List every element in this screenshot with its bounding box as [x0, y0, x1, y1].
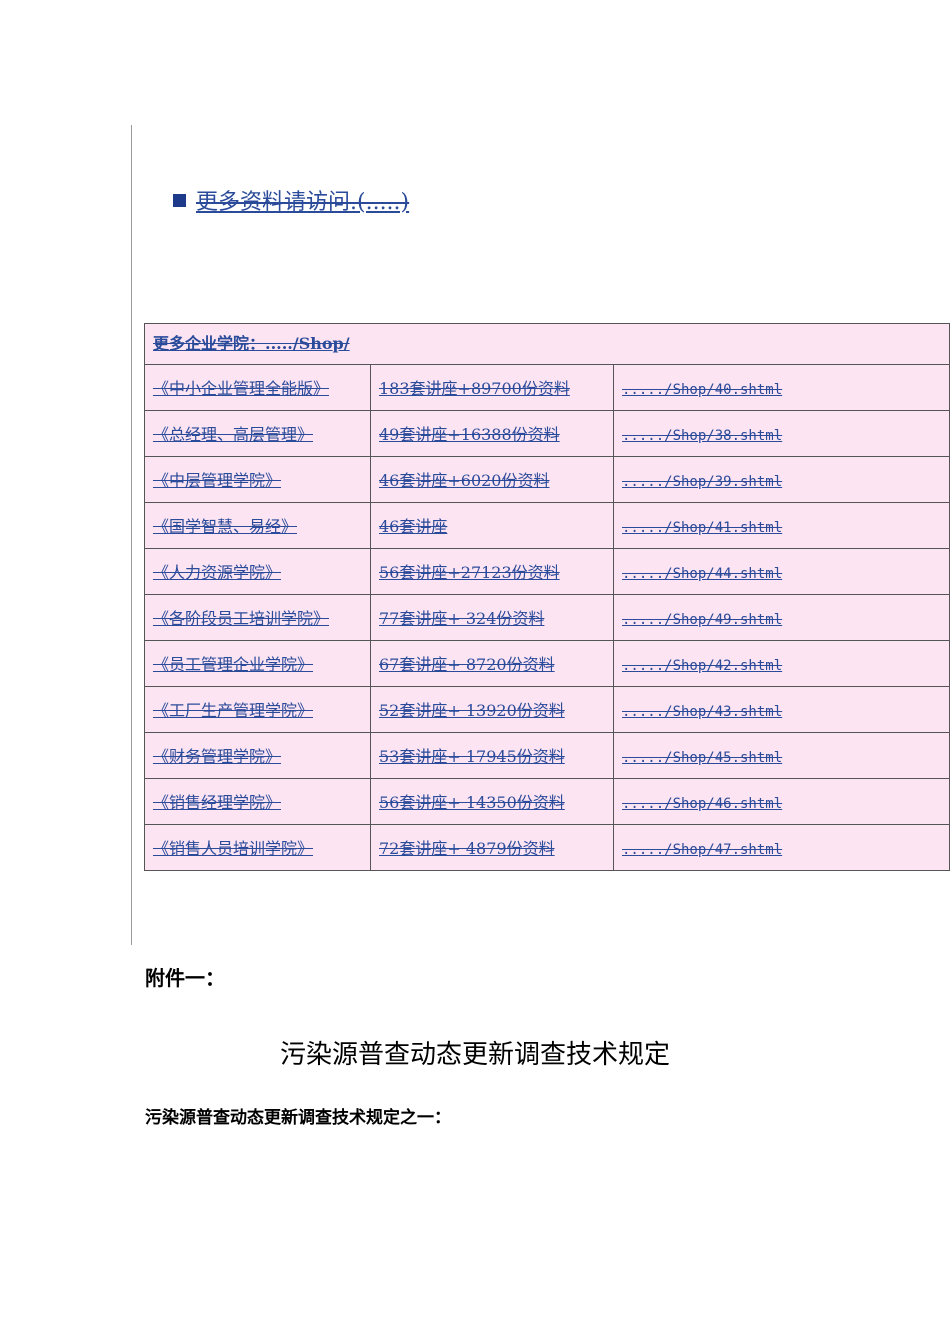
academy-content-link[interactable]: 46套讲座	[379, 517, 447, 536]
table-cell: 《财务管理学院》	[144, 732, 371, 779]
academy-name-link[interactable]: 《总经理、高层管理》	[153, 425, 313, 444]
academy-url-link[interactable]: ...../Shop/39.shtml	[622, 474, 782, 490]
academy-name-link[interactable]: 《中层管理学院》	[153, 471, 281, 490]
academy-name-link[interactable]: 《销售经理学院》	[153, 793, 281, 812]
table-cell: ...../Shop/44.shtml	[613, 548, 950, 595]
table-cell: 《中层管理学院》	[144, 456, 371, 503]
table-cell: 72套讲座+ 4879份资料	[370, 824, 614, 871]
academy-content-link[interactable]: 77套讲座+ 324份资料	[379, 609, 544, 628]
table-row: 《员工管理企业学院》 67套讲座+ 8720份资料 ...../Shop/42.sh…	[144, 640, 950, 687]
document-page: 更多资料请访问.(.....) 更多企业学院：...../Shop/ 《中小企业…	[0, 0, 950, 1344]
more-info-link[interactable]: 更多资料请访问.(.....)	[196, 184, 409, 216]
more-info-link-row: 更多资料请访问.(.....)	[173, 184, 409, 216]
table-cell: 《销售经理学院》	[144, 778, 371, 825]
academy-table: 更多企业学院：...../Shop/ 《中小企业管理全能版》 183套讲座+897…	[144, 323, 950, 871]
academy-name-link[interactable]: 《各阶段员工培训学院》	[153, 609, 329, 628]
table-cell: 56套讲座+ 14350份资料	[370, 778, 614, 825]
academy-name-link[interactable]: 《财务管理学院》	[153, 747, 281, 766]
academy-content-link[interactable]: 56套讲座+27123份资料	[379, 563, 560, 582]
table-cell: 《人力资源学院》	[144, 548, 371, 595]
academy-content-link[interactable]: 53套讲座+ 17945份资料	[379, 747, 565, 766]
table-row: 《销售经理学院》 56套讲座+ 14350份资料 ...../Shop/46.sht…	[144, 778, 950, 825]
academy-url-link[interactable]: ...../Shop/46.shtml	[622, 796, 782, 812]
table-cell: 52套讲座+ 13920份资料	[370, 686, 614, 733]
table-cell: 《国学智慧、易经》	[144, 502, 371, 549]
table-cell: ...../Shop/43.shtml	[613, 686, 950, 733]
academy-name-link[interactable]: 《工厂生产管理学院》	[153, 701, 313, 720]
academy-url-link[interactable]: ...../Shop/42.shtml	[622, 658, 782, 674]
academy-content-link[interactable]: 52套讲座+ 13920份资料	[379, 701, 565, 720]
academy-content-link[interactable]: 49套讲座+16388份资料	[379, 425, 560, 444]
table-cell: ...../Shop/45.shtml	[613, 732, 950, 779]
academy-url-link[interactable]: ...../Shop/38.shtml	[622, 428, 782, 444]
table-row: 《人力资源学院》 56套讲座+27123份资料 ...../Shop/44.shtm…	[144, 548, 950, 595]
table-cell: ...../Shop/49.shtml	[613, 594, 950, 641]
table-row: 《中小企业管理全能版》 183套讲座+89700份资料 ...../Shop/40.…	[144, 364, 950, 411]
table-row: 《各阶段员工培训学院》 77套讲座+ 324份资料 ...../Shop/49.sh…	[144, 594, 950, 641]
table-cell: ...../Shop/40.shtml	[613, 364, 950, 411]
table-cell: ...../Shop/47.shtml	[613, 824, 950, 871]
academy-url-link[interactable]: ...../Shop/41.shtml	[622, 520, 782, 536]
academy-url-link[interactable]: ...../Shop/45.shtml	[622, 750, 782, 766]
table-cell: 53套讲座+ 17945份资料	[370, 732, 614, 779]
academy-url-link[interactable]: ...../Shop/47.shtml	[622, 842, 782, 858]
academy-content-link[interactable]: 67套讲座+ 8720份资料	[379, 655, 555, 674]
table-cell: 56套讲座+27123份资料	[370, 548, 614, 595]
academy-name-link[interactable]: 《员工管理企业学院》	[153, 655, 313, 674]
academy-url-link[interactable]: ...../Shop/44.shtml	[622, 566, 782, 582]
table-cell: ...../Shop/46.shtml	[613, 778, 950, 825]
table-row: 《工厂生产管理学院》 52套讲座+ 13920份资料 ...../Shop/43.s…	[144, 686, 950, 733]
academy-content-link[interactable]: 72套讲座+ 4879份资料	[379, 839, 555, 858]
academy-name-link[interactable]: 《人力资源学院》	[153, 563, 281, 582]
academy-url-link[interactable]: ...../Shop/49.shtml	[622, 612, 782, 628]
table-row: 《财务管理学院》 53套讲座+ 17945份资料 ...../Shop/45.sht…	[144, 732, 950, 779]
table-cell: 183套讲座+89700份资料	[370, 364, 614, 411]
academy-url-link[interactable]: ...../Shop/40.shtml	[622, 382, 782, 398]
academy-name-link[interactable]: 《中小企业管理全能版》	[153, 379, 329, 398]
table-cell: 46套讲座+6020份资料	[370, 456, 614, 503]
academy-content-link[interactable]: 56套讲座+ 14350份资料	[379, 793, 565, 812]
document-title: 污染源普查动态更新调查技术规定	[279, 1040, 670, 1070]
table-row: 《国学智慧、易经》 46套讲座 ...../Shop/41.shtml	[144, 502, 950, 549]
square-bullet-icon	[173, 193, 186, 207]
section-title: 污染源普查动态更新调查技术规定之一：	[145, 1108, 451, 1128]
table-cell: ...../Shop/39.shtml	[613, 456, 950, 503]
academy-name-link[interactable]: 《国学智慧、易经》	[153, 517, 297, 536]
table-cell: 《销售人员培训学院》	[144, 824, 371, 871]
table-cell: 49套讲座+16388份资料	[370, 410, 614, 457]
table-cell: 《各阶段员工培训学院》	[144, 594, 371, 641]
academy-content-link[interactable]: 46套讲座+6020份资料	[379, 471, 550, 490]
academy-name-link[interactable]: 《销售人员培训学院》	[153, 839, 313, 858]
table-cell: 《总经理、高层管理》	[144, 410, 371, 457]
table-cell: 46套讲座	[370, 502, 614, 549]
table-cell: ...../Shop/38.shtml	[613, 410, 950, 457]
table-row: 《总经理、高层管理》 49套讲座+16388份资料 ...../Shop/38.sh…	[144, 410, 950, 457]
attachment-label: 附件一：	[145, 966, 225, 990]
academy-content-link[interactable]: 183套讲座+89700份资料	[379, 379, 570, 398]
table-cell: 《工厂生产管理学院》	[144, 686, 371, 733]
table-cell: 67套讲座+ 8720份资料	[370, 640, 614, 687]
table-cell: 《中小企业管理全能版》	[144, 364, 371, 411]
table-cell: ...../Shop/41.shtml	[613, 502, 950, 549]
table-cell: 77套讲座+ 324份资料	[370, 594, 614, 641]
academy-url-link[interactable]: ...../Shop/43.shtml	[622, 704, 782, 720]
table-header-link[interactable]: 更多企业学院：...../Shop/	[153, 334, 350, 353]
table-row: 《销售人员培训学院》 72套讲座+ 4879份资料 ...../Shop/47.sh…	[144, 824, 950, 871]
table-row: 《中层管理学院》 46套讲座+6020份资料 ...../Shop/39.shtml	[144, 456, 950, 503]
table-cell: ...../Shop/42.shtml	[613, 640, 950, 687]
margin-line	[131, 125, 132, 945]
table-cell: 《员工管理企业学院》	[144, 640, 371, 687]
